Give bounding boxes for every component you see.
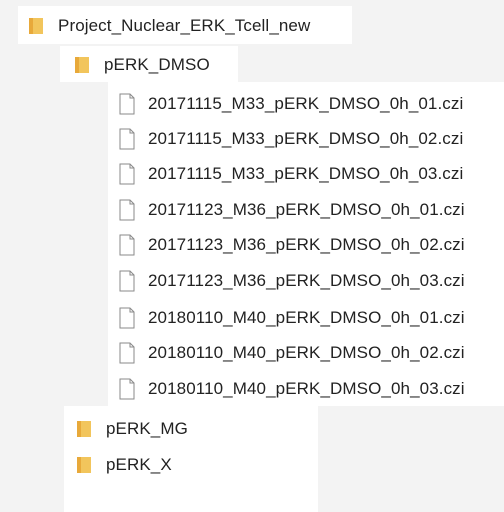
file-item[interactable]: 20171123_M36_pERK_DMSO_0h_03.czi: [118, 266, 465, 296]
document-icon: [119, 199, 135, 221]
document-icon: [119, 234, 135, 256]
folder-label: pERK_X: [106, 455, 172, 474]
file-item[interactable]: 20180110_M40_pERK_DMSO_0h_03.czi: [118, 374, 465, 404]
document-icon: [119, 163, 135, 185]
file-item[interactable]: 20171123_M36_pERK_DMSO_0h_01.czi: [118, 195, 465, 225]
folder-icon: [77, 421, 91, 437]
tree-item-perk-mg[interactable]: pERK_MG: [76, 414, 188, 444]
document-icon: [119, 307, 135, 329]
file-label: 20180110_M40_pERK_DMSO_0h_03.czi: [148, 379, 465, 398]
file-item[interactable]: 20180110_M40_pERK_DMSO_0h_01.czi: [118, 303, 465, 333]
folder-icon: [29, 18, 43, 34]
file-label: 20180110_M40_pERK_DMSO_0h_02.czi: [148, 343, 465, 362]
file-label: 20171123_M36_pERK_DMSO_0h_02.czi: [148, 235, 465, 254]
tree-item-perk-x[interactable]: pERK_X: [76, 450, 172, 480]
tree-item-root-folder[interactable]: Project_Nuclear_ERK_Tcell_new: [28, 11, 310, 41]
file-label: 20171115_M33_pERK_DMSO_0h_03.czi: [148, 164, 464, 183]
file-item[interactable]: 20171115_M33_pERK_DMSO_0h_03.czi: [118, 159, 463, 189]
document-icon: [119, 378, 135, 400]
file-item[interactable]: 20171115_M33_pERK_DMSO_0h_02.czi: [118, 124, 463, 154]
file-item[interactable]: 20171115_M33_pERK_DMSO_0h_01.czi: [118, 89, 463, 119]
document-icon: [119, 128, 135, 150]
file-label: 20171123_M36_pERK_DMSO_0h_03.czi: [148, 271, 465, 290]
file-label: 20171115_M33_pERK_DMSO_0h_01.czi: [148, 94, 464, 113]
document-icon: [119, 342, 135, 364]
folder-label: pERK_MG: [106, 419, 188, 438]
folder-icon: [75, 57, 89, 73]
file-label: 20180110_M40_pERK_DMSO_0h_01.czi: [148, 308, 465, 327]
root-folder-label: Project_Nuclear_ERK_Tcell_new: [58, 16, 311, 35]
folder-icon: [77, 457, 91, 473]
document-icon: [119, 270, 135, 292]
tree-item-perk-dmso[interactable]: pERK_DMSO: [74, 50, 210, 80]
document-icon: [119, 93, 135, 115]
file-item[interactable]: 20180110_M40_pERK_DMSO_0h_02.czi: [118, 338, 465, 368]
file-label: 20171123_M36_pERK_DMSO_0h_01.czi: [148, 200, 465, 219]
file-item[interactable]: 20171123_M36_pERK_DMSO_0h_02.czi: [118, 230, 465, 260]
file-label: 20171115_M33_pERK_DMSO_0h_02.czi: [148, 129, 464, 148]
folder-label: pERK_DMSO: [104, 55, 210, 74]
